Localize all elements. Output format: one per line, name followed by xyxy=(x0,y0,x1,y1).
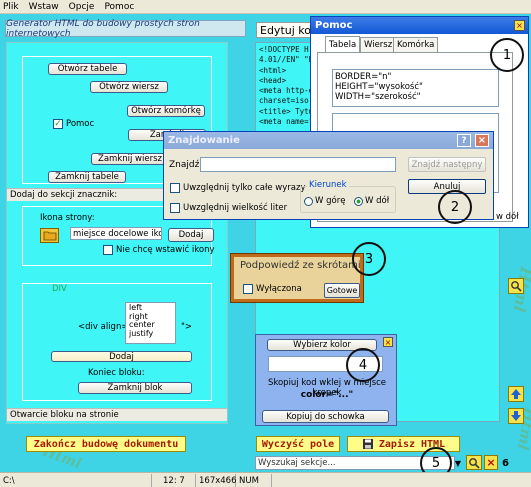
app-header-title: Generator HTML do budowy prostych stron … xyxy=(5,19,246,39)
menu-options[interactable]: Opcje xyxy=(69,2,95,12)
hint-disabled-checkbox[interactable] xyxy=(243,284,253,294)
find-icon[interactable] xyxy=(508,278,524,294)
div-close-text: "> xyxy=(181,322,193,332)
section-open-block-label: Otwarcie bloku na stronie xyxy=(7,408,227,421)
help-text-line: WIDTH="szerokość" xyxy=(335,92,421,102)
direction-up-row[interactable]: W górę xyxy=(304,196,345,206)
match-case-row[interactable]: Uwzględnij wielkość liter xyxy=(170,203,287,213)
whole-words-row[interactable]: Uwzględnij tylko całe wyrazy xyxy=(170,183,305,193)
arrow-up-icon[interactable] xyxy=(508,386,524,402)
tab-cell[interactable]: Komórka xyxy=(393,37,439,52)
marker-2: 2 xyxy=(438,190,472,224)
direction-up-label: W górę xyxy=(315,196,346,206)
close-block-button[interactable]: Zamknij blok xyxy=(78,382,192,394)
hint-ready-button[interactable]: Gotowe xyxy=(324,283,360,298)
no-icon-label: Nie chcę wstawić ikony xyxy=(116,245,215,255)
status-bar: C:\ 12: 7 167x466 NUM xyxy=(0,472,531,487)
search-icon[interactable] xyxy=(466,455,482,470)
help-checkbox-label: Pomoc xyxy=(66,119,95,129)
hint-disabled-label: Wyłączona xyxy=(256,284,302,294)
help-text-line: BORDER="n" xyxy=(335,72,392,82)
color-panel: × Wybierz kolor Skopiuj kod wklej w miej… xyxy=(255,334,397,426)
menu-file[interactable]: Plik xyxy=(3,2,19,12)
marker-4: 4 xyxy=(346,348,380,382)
menu-help[interactable]: Pomoc xyxy=(104,2,134,12)
hint-panel: Podpowiedź ze skrótami Wyłączona Gotowe xyxy=(230,253,364,303)
no-icon-checkbox[interactable] xyxy=(103,245,113,255)
help-checkbox-row[interactable]: ✓ Pomoc xyxy=(53,119,94,129)
help-window-title: Pomoc xyxy=(315,20,353,31)
hint-disabled-row[interactable]: Wyłączona xyxy=(243,284,302,294)
finish-document-button[interactable]: Zakończ budowę dokumentu xyxy=(26,436,186,452)
arrow-down-icon[interactable] xyxy=(508,408,524,424)
close-icon[interactable]: × xyxy=(484,455,498,470)
icon-section-label: Ikona strony: xyxy=(40,213,95,223)
close-table-button[interactable]: Zamknij tabele xyxy=(48,171,126,183)
menu-insert[interactable]: Wstaw xyxy=(29,2,59,12)
match-case-checkbox[interactable] xyxy=(170,203,180,213)
marker-3: 3 xyxy=(352,242,386,276)
clear-field-button[interactable]: Wyczyść pole xyxy=(256,436,340,452)
status-drive: C:\ xyxy=(0,474,152,487)
status-size: 167x466 xyxy=(196,474,236,487)
div-legend: DIV xyxy=(52,284,67,294)
help-checkbox[interactable]: ✓ xyxy=(53,119,63,129)
marker-1: 1 xyxy=(490,38,524,72)
editor-tab-title[interactable]: Edytuj ko xyxy=(256,22,314,38)
help-trailing-text: w dół xyxy=(496,212,519,222)
whole-words-label: Uwzględnij tylko całe wyrazy xyxy=(183,183,306,193)
direction-down-row[interactable]: W dół xyxy=(354,196,389,206)
close-row-button[interactable]: Zamknij wiersz xyxy=(91,153,169,165)
direction-down-radio[interactable] xyxy=(354,196,363,206)
menu-bar: Plik Wstaw Opcje Pomoc xyxy=(0,0,531,14)
end-block-label: Koniec bloku: xyxy=(88,368,145,378)
status-position: 12: 7 xyxy=(160,474,196,487)
close-icon[interactable]: × xyxy=(383,337,393,347)
find-dialog-title: Znajdowanie xyxy=(168,135,240,146)
marker-6: 6 xyxy=(502,458,509,469)
color-code-sample: color="..." xyxy=(300,390,354,400)
open-table-button[interactable]: Otwórz tabele xyxy=(48,63,127,75)
find-next-button[interactable]: Znajdź następny xyxy=(408,157,486,172)
direction-label: Kierunek xyxy=(307,180,349,190)
hint-title: Podpowiedź ze skrótami xyxy=(240,260,361,271)
floppy-icon xyxy=(362,439,373,449)
help-text-box[interactable]: BORDER="n" HEIGHT="wysokość" WIDTH="szer… xyxy=(332,69,499,107)
find-label: Znajdź: xyxy=(169,160,203,170)
close-icon[interactable]: × xyxy=(475,134,489,147)
help-window-titlebar: Pomoc xyxy=(311,17,528,34)
help-question-icon[interactable]: ? xyxy=(457,134,471,147)
tab-table[interactable]: Tabela xyxy=(325,36,361,52)
direction-down-label: W dół xyxy=(365,196,390,206)
find-dialog-titlebar: Znajdowanie xyxy=(164,132,493,149)
align-option[interactable]: justify xyxy=(129,329,172,339)
add-icon-button[interactable]: Dodaj xyxy=(168,228,214,242)
whole-words-checkbox[interactable] xyxy=(170,183,180,193)
close-icon[interactable]: × xyxy=(514,20,525,31)
no-icon-row[interactable]: Nie chcę wstawić ikony xyxy=(103,245,215,255)
icon-path-input[interactable]: miejsce docelowe ikony xyxy=(70,227,162,240)
direction-up-radio[interactable] xyxy=(304,196,313,206)
folder-icon[interactable] xyxy=(40,228,59,243)
status-mode: NUM xyxy=(236,474,272,487)
align-listbox[interactable]: left right center justify xyxy=(125,302,176,344)
copy-to-clipboard-button[interactable]: Kopiuj do schowka xyxy=(262,410,389,423)
match-case-label: Uwzględnij wielkość liter xyxy=(183,203,288,213)
add-div-button[interactable]: Dodaj xyxy=(51,351,192,362)
chevron-down-icon[interactable]: ▼ xyxy=(453,456,463,470)
open-row-button[interactable]: Otwórz wiersz xyxy=(90,81,168,93)
tab-row[interactable]: Wiersz xyxy=(360,37,397,52)
open-cell-button[interactable]: Otwórz komórkę xyxy=(127,105,205,117)
help-text-line: HEIGHT="wysokość" xyxy=(335,82,423,92)
find-input[interactable] xyxy=(200,157,396,172)
